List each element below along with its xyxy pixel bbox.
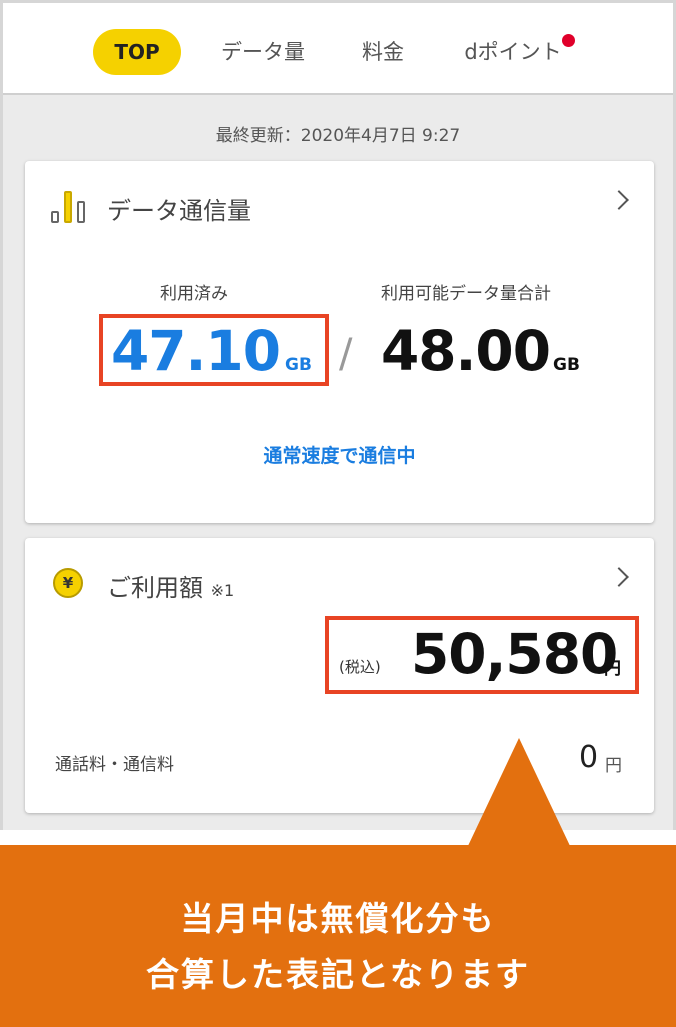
tab-top[interactable]: TOP	[93, 29, 181, 75]
bar-chart-icon	[51, 189, 87, 223]
call-data-fee-unit: 円	[605, 756, 622, 776]
used-value: 47.10	[111, 319, 281, 383]
callout-banner: 当月中は無償化分も 合算した表記となります	[0, 845, 676, 1027]
tab-charges[interactable]: 料金	[353, 29, 413, 75]
callout-pointer	[467, 738, 571, 848]
data-usage-title: データ通信量	[107, 197, 251, 225]
callout-line-2: 合算した表記となります	[145, 955, 530, 994]
used-label: 利用済み	[160, 284, 228, 304]
total-value: 48.00	[381, 319, 551, 383]
callout-line-1: 当月中は無償化分も	[180, 899, 496, 938]
tax-label: (税込)	[339, 658, 381, 676]
yen-icon: ¥	[53, 568, 83, 598]
callout-text: 当月中は無償化分も 合算した表記となります	[0, 891, 676, 1003]
notification-badge	[562, 34, 575, 47]
last-updated: 最終更新：2020年4月7日 9:27	[215, 126, 461, 146]
tab-data-usage[interactable]: データ量	[208, 29, 318, 75]
used-unit: GB	[285, 355, 312, 375]
call-data-fee-value: 0	[579, 740, 599, 775]
chevron-right-icon[interactable]	[609, 190, 629, 210]
page: TOP データ量 料金 dポイント 最終更新：2020年4月7日 9:27 デー…	[0, 0, 676, 1027]
total-label: 利用可能データ量合計	[381, 284, 551, 304]
separator: /	[339, 331, 353, 377]
billing-title: ご利用額 ※1	[107, 568, 234, 603]
app-frame: TOP データ量 料金 dポイント 最終更新：2020年4月7日 9:27 デー…	[0, 0, 676, 830]
tab-d-point[interactable]: dポイント	[453, 29, 573, 75]
speed-status: 通常速度で通信中	[263, 445, 416, 467]
billing-amount: 50,580	[411, 622, 618, 686]
tab-bar: TOP データ量 料金 dポイント	[3, 3, 673, 95]
chevron-right-icon[interactable]	[609, 567, 629, 587]
data-usage-card[interactable]: データ通信量 利用済み 利用可能データ量合計 47.10 GB / 48.00 …	[25, 161, 654, 523]
billing-note: ※1	[210, 581, 235, 600]
total-unit: GB	[553, 355, 580, 375]
amount-unit: 円	[604, 659, 621, 679]
call-data-fee-label: 通話料・通信料	[55, 755, 174, 775]
billing-title-text: ご利用額	[107, 574, 203, 602]
